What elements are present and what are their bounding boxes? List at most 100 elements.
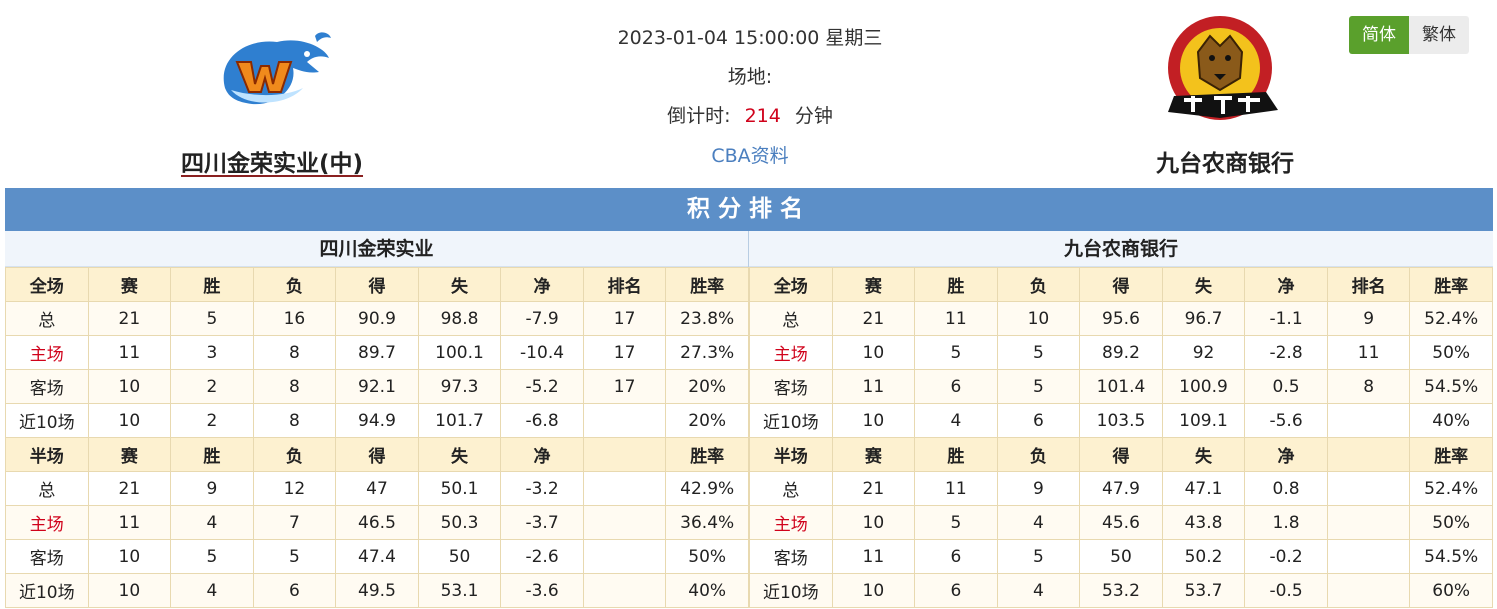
row-label: 客场 <box>5 539 89 574</box>
column-header: 胜率 <box>1409 267 1493 302</box>
standings-section: 积分排名 四川金荣实业 全场赛胜负得失净排名 胜率总 21 5 16 90.9 98.8 -7… <box>5 188 1493 608</box>
sichuan-whale-logo[interactable] <box>207 28 337 114</box>
row-label: 近10场 <box>5 573 89 608</box>
table-cell: 42.9% <box>665 471 749 506</box>
jilin-tiger-logo[interactable] <box>1160 12 1290 132</box>
column-header: 胜 <box>170 437 254 472</box>
cba-info-link[interactable]: CBA资料 <box>711 145 788 167</box>
table-cell: -5.2 <box>500 369 584 404</box>
column-header: 全场 <box>5 267 89 302</box>
column-header: 赛 <box>831 267 916 302</box>
column-header: 赛 <box>87 437 172 472</box>
table-cell <box>1326 573 1411 608</box>
table-row: 客场 11 6 5 101.4 100.9 0.5 8 54.5% <box>749 369 1493 404</box>
table-cell: 27.3% <box>665 335 749 370</box>
table-cell: 50% <box>1409 505 1493 540</box>
table-cell: 4 <box>170 505 254 540</box>
table-cell <box>1326 403 1411 438</box>
table-cell <box>582 539 667 574</box>
table-cell: 5 <box>252 539 337 574</box>
table-cell: 101.4 <box>1079 369 1163 404</box>
table-header-row: 半场赛胜负得失净 胜率 <box>5 437 749 472</box>
column-header: 得 <box>335 267 419 302</box>
table-cell: 8 <box>252 369 337 404</box>
table-cell: 4 <box>914 403 998 438</box>
table-cell: 2 <box>170 369 254 404</box>
column-header: 胜率 <box>665 267 749 302</box>
table-cell: 36.4% <box>665 505 749 540</box>
table-cell: 8 <box>252 335 337 370</box>
table-cell: 50% <box>1409 335 1493 370</box>
table-cell: 11 <box>914 471 998 506</box>
column-header: 失 <box>417 437 502 472</box>
table-cell: 17 <box>582 369 667 404</box>
column-header: 得 <box>1079 437 1163 472</box>
table-cell <box>1326 505 1411 540</box>
table-cell: 49.5 <box>335 573 419 608</box>
standings-title: 积分排名 <box>5 188 1493 231</box>
table-cell: 95.6 <box>1079 301 1163 336</box>
table-cell: 1.8 <box>1244 505 1328 540</box>
table-cell: 5 <box>996 369 1081 404</box>
table-cell: 103.5 <box>1079 403 1163 438</box>
table-cell: 17 <box>582 335 667 370</box>
column-header: 排名 <box>582 267 667 302</box>
column-header: 排名 <box>1326 267 1411 302</box>
table-cell: -0.5 <box>1244 573 1328 608</box>
column-header: 胜率 <box>1409 437 1493 472</box>
table-cell: 92 <box>1161 335 1246 370</box>
table-cell: 17 <box>582 301 667 336</box>
simplified-button[interactable]: 简体 <box>1349 16 1409 54</box>
table-cell: 5 <box>170 301 254 336</box>
countdown-unit: 分钟 <box>794 105 833 127</box>
table-cell: 100.9 <box>1161 369 1246 404</box>
column-header: 负 <box>996 437 1081 472</box>
table-cell <box>1326 539 1411 574</box>
table-row: 客场 10 5 5 47.4 50 -2.6 50% <box>5 539 749 574</box>
column-header: 胜 <box>914 267 998 302</box>
table-cell: 47.4 <box>335 539 419 574</box>
table-cell: 11 <box>831 369 916 404</box>
countdown-value: 214 <box>744 105 781 127</box>
table-cell: 9 <box>1326 301 1411 336</box>
column-header: 胜 <box>170 267 254 302</box>
table-cell: 6 <box>996 403 1081 438</box>
table-cell: 10 <box>87 369 172 404</box>
table-cell: 53.7 <box>1161 573 1246 608</box>
table-cell: 92.1 <box>335 369 419 404</box>
table-cell: 47 <box>335 471 419 506</box>
table-cell: -2.8 <box>1244 335 1328 370</box>
table-cell: 45.6 <box>1079 505 1163 540</box>
column-header: 得 <box>335 437 419 472</box>
table-cell: 6 <box>914 539 998 574</box>
table-cell: 98.8 <box>417 301 502 336</box>
home-standings-team: 四川金荣实业 <box>5 231 748 267</box>
table-cell: 11 <box>87 505 172 540</box>
table-row: 客场 10 2 8 92.1 97.3 -5.2 17 20% <box>5 369 749 404</box>
table-cell: 10 <box>87 539 172 574</box>
table-cell: 46.5 <box>335 505 419 540</box>
column-header <box>582 437 667 472</box>
match-datetime: 2023-01-04 15:00:00 星期三 <box>617 27 883 49</box>
table-cell: 3 <box>170 335 254 370</box>
table-row: 近10场 10 6 4 53.2 53.7 -0.5 60% <box>749 573 1493 608</box>
table-cell: 50 <box>417 539 502 574</box>
table-row: 主场 10 5 5 89.2 92 -2.8 11 50% <box>749 335 1493 370</box>
table-cell: 40% <box>665 573 749 608</box>
home-team-name[interactable]: 四川金荣实业(中) <box>122 144 422 178</box>
language-toggle: 简体 繁体 <box>1349 16 1469 54</box>
table-cell: 4 <box>996 573 1081 608</box>
column-header: 胜 <box>914 437 998 472</box>
table-row: 主场 11 3 8 89.7 100.1 -10.4 17 27.3% <box>5 335 749 370</box>
table-cell: 50.1 <box>417 471 502 506</box>
table-cell: 101.7 <box>417 403 502 438</box>
table-row: 主场 11 4 7 46.5 50.3 -3.7 36.4% <box>5 505 749 540</box>
table-cell: 60% <box>1409 573 1493 608</box>
traditional-button[interactable]: 繁体 <box>1409 16 1469 54</box>
column-header: 赛 <box>831 437 916 472</box>
table-cell: 52.4% <box>1409 301 1493 336</box>
table-cell: 10 <box>87 573 172 608</box>
table-cell: 90.9 <box>335 301 419 336</box>
table-cell <box>1326 471 1411 506</box>
away-team-name[interactable]: 九台农商银行 <box>1075 144 1375 178</box>
